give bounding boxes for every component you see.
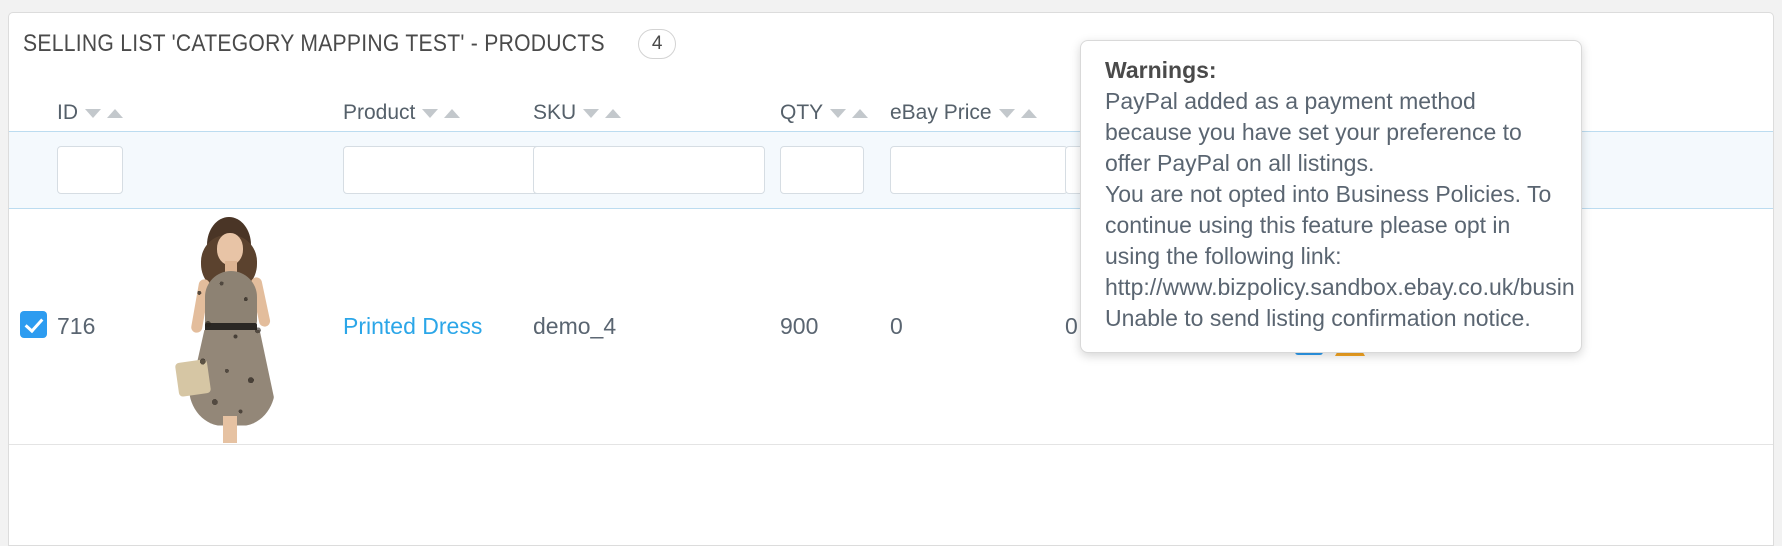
tooltip-link-line[interactable]: http://www.bizpolicy.sandbox.ebay.co.uk/… [1105, 272, 1575, 303]
page-title: SELLING LIST 'CATEGORY MAPPING TEST' - P… [23, 30, 605, 57]
product-thumbnail[interactable] [143, 211, 313, 443]
row-checkbox[interactable] [19, 310, 47, 338]
cell-qty: 900 [780, 313, 819, 339]
filter-cell-product [343, 146, 705, 194]
triangle-down-icon[interactable] [422, 108, 439, 118]
tooltip-line: PayPal added as a payment method [1105, 88, 1476, 114]
row-select-cell [9, 310, 57, 343]
thumbnail-detail [223, 415, 237, 443]
product-count-badge: 4 [638, 29, 677, 59]
warnings-tooltip: Warnings: PayPal added as a payment meth… [1080, 40, 1582, 353]
column-header-id-label: ID [57, 101, 78, 124]
tooltip-line: You are not opted into Business Policies… [1105, 181, 1552, 207]
triangle-down-icon[interactable] [998, 108, 1015, 118]
cell-product-image [143, 211, 343, 443]
cell-product: Printed Dress [343, 313, 533, 340]
column-header-qty[interactable]: QTY [780, 101, 890, 125]
column-header-sku[interactable]: SKU [533, 101, 780, 125]
sort-controls-qty[interactable] [830, 108, 869, 118]
thumbnail-detail [205, 270, 257, 327]
triangle-down-icon[interactable] [583, 108, 600, 118]
thumbnail-detail [174, 358, 212, 397]
triangle-up-icon[interactable] [107, 108, 123, 118]
filter-input-qty[interactable] [780, 146, 864, 194]
filter-input-ebay-price[interactable] [890, 146, 1068, 194]
tooltip-line: continue using this feature please opt i… [1105, 212, 1511, 238]
tooltip-line: offer PayPal on all listings. [1105, 150, 1375, 176]
tooltip-title: Warnings: [1105, 57, 1217, 83]
sort-controls-sku[interactable] [583, 108, 622, 118]
triangle-up-icon[interactable] [852, 108, 869, 118]
filter-cell-qty [780, 146, 890, 194]
sort-controls-ebay-price[interactable] [998, 108, 1037, 118]
column-header-sku-label: SKU [533, 101, 577, 124]
column-header-ebay-price[interactable]: eBay Price [890, 101, 1065, 125]
tooltip-line: Unable to send listing confirmation noti… [1105, 305, 1531, 331]
filter-input-id[interactable] [57, 146, 123, 194]
filter-cell-id [57, 146, 143, 194]
triangle-down-icon[interactable] [85, 108, 101, 118]
triangle-up-icon[interactable] [1020, 108, 1037, 118]
triangle-down-icon[interactable] [830, 108, 847, 118]
triangle-up-icon[interactable] [444, 108, 461, 118]
column-header-ebay-price-label: eBay Price [890, 101, 992, 124]
page-background: SELLING LIST 'CATEGORY MAPPING TEST' - P… [0, 0, 1782, 546]
cell-ebay-price: 0 [890, 313, 903, 339]
product-name-link[interactable]: Printed Dress [343, 313, 482, 339]
cell-sku: demo_4 [533, 313, 617, 339]
column-header-product-label: Product [343, 101, 416, 124]
tooltip-line: using the following link: [1105, 243, 1342, 269]
triangle-up-icon[interactable] [605, 108, 622, 118]
sort-controls-id[interactable] [85, 108, 123, 118]
filter-cell-ebay-price [890, 146, 1068, 194]
column-header-id[interactable]: ID [57, 101, 143, 125]
filter-input-sku[interactable] [533, 146, 765, 194]
filter-cell-sku [533, 146, 780, 194]
tooltip-line: because you have set your preference to [1105, 119, 1522, 145]
sort-controls-product[interactable] [422, 108, 461, 118]
column-header-product[interactable]: Product [343, 101, 533, 125]
cell-id: 716 [57, 313, 96, 339]
column-header-qty-label: QTY [780, 101, 824, 124]
